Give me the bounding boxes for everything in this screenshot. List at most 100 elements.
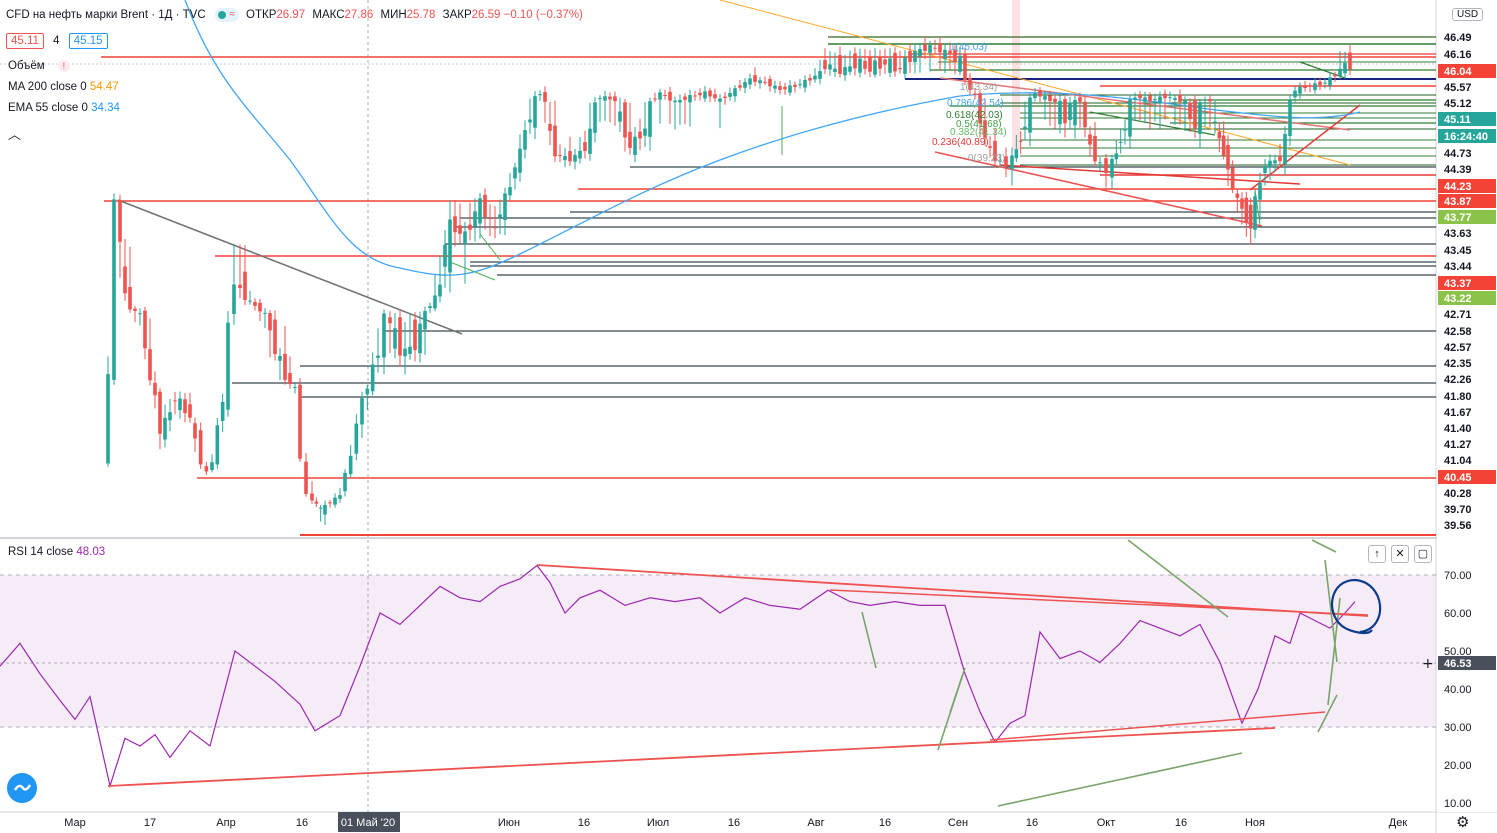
fib-label: 0(39.23) xyxy=(968,153,1005,164)
candle-body xyxy=(1110,159,1114,178)
close-pane-button[interactable]: ✕ xyxy=(1391,545,1409,563)
price-label: 43.77 xyxy=(1444,212,1472,224)
volume-legend[interactable]: Объём ! xyxy=(8,60,70,72)
candle-body xyxy=(1168,97,1172,99)
price-label: 46.49 xyxy=(1444,32,1472,44)
candle-body xyxy=(503,193,507,221)
price-label: 39.56 xyxy=(1444,520,1472,532)
price-label: 45.57 xyxy=(1444,82,1472,94)
warning-icon[interactable]: ! xyxy=(57,60,70,72)
candle-body xyxy=(123,266,127,294)
candle-body xyxy=(808,78,812,81)
rsi-axis-label: 70.00 xyxy=(1444,570,1472,582)
rsi-value: 48.03 xyxy=(76,546,106,558)
candle-body xyxy=(548,123,552,131)
rsi-band xyxy=(0,575,1436,727)
candle-body xyxy=(718,98,722,102)
candle-body xyxy=(1208,99,1212,102)
ema55-legend[interactable]: EMA 55 close 0 34.34 xyxy=(8,102,120,114)
candle-body xyxy=(112,199,116,380)
candle-body xyxy=(843,67,847,76)
candle-body xyxy=(568,151,572,162)
candle-body xyxy=(903,57,907,74)
candle-body xyxy=(603,96,607,101)
candle-body xyxy=(1104,158,1108,174)
candle-body xyxy=(1278,155,1282,162)
candle-body xyxy=(683,96,687,100)
ask-price[interactable]: 45.15 xyxy=(68,33,108,49)
candle-body xyxy=(204,466,209,472)
candle-body xyxy=(768,79,772,87)
candle-body xyxy=(1143,97,1147,102)
candle-body xyxy=(618,111,622,122)
candle-body xyxy=(688,95,692,103)
candle-body xyxy=(388,317,392,324)
chart-canvas[interactable]: 0.786(42.54)0.618(42.03)0.5(41.68)0.382(… xyxy=(0,0,1497,833)
candle-body xyxy=(215,425,220,465)
time-label: Дек xyxy=(1389,817,1408,829)
bid-price[interactable]: 45.11 xyxy=(6,33,44,49)
candle-body xyxy=(523,130,527,150)
candle-body xyxy=(1183,100,1187,105)
candle-body xyxy=(168,412,172,421)
candle-body xyxy=(1118,141,1123,143)
candle-body xyxy=(1010,155,1014,170)
candle-body xyxy=(173,400,177,402)
candle-body xyxy=(518,148,522,173)
candle-body xyxy=(1078,97,1082,102)
candle-body xyxy=(232,284,236,314)
candle-body xyxy=(418,323,422,354)
candle-body xyxy=(1018,140,1023,142)
candle-body xyxy=(553,125,557,157)
close-value: 26.59 xyxy=(471,9,501,22)
candle-body xyxy=(558,154,562,156)
candle-body xyxy=(118,199,122,242)
price-label: 44.73 xyxy=(1444,148,1472,160)
price-label: 41.40 xyxy=(1444,423,1472,435)
maximize-pane-button[interactable]: ▢ xyxy=(1414,545,1432,563)
high-value: 27.86 xyxy=(344,9,374,22)
candle-body xyxy=(908,51,912,63)
currency-button[interactable]: USD xyxy=(1452,8,1484,21)
candle-body xyxy=(713,94,717,99)
candle-body xyxy=(188,404,192,418)
price-label: 45.12 xyxy=(1444,98,1472,110)
ema55-label: EMA 55 close 0 xyxy=(8,102,88,114)
settings-gear-icon[interactable]: ⚙ xyxy=(1456,813,1469,831)
close-label: ЗАКР xyxy=(442,9,472,22)
price-label: 40.45 xyxy=(1444,472,1472,484)
candle-body xyxy=(773,85,777,89)
move-up-button[interactable]: ↑ xyxy=(1368,545,1386,563)
candle-body xyxy=(238,284,242,289)
candle-body xyxy=(448,219,452,273)
tradingview-logo[interactable] xyxy=(7,773,37,803)
candle-body xyxy=(693,95,697,97)
price-label: 46.16 xyxy=(1444,49,1472,61)
time-label: Мар xyxy=(64,817,86,829)
candle-body xyxy=(258,302,262,312)
candle-body xyxy=(958,55,962,72)
candle-body xyxy=(1053,98,1057,102)
rsi-axis-label: 60.00 xyxy=(1444,608,1472,620)
candle-body xyxy=(1213,121,1217,123)
candle-body xyxy=(1203,102,1207,104)
candle-body xyxy=(283,353,287,380)
candle-body xyxy=(463,231,467,244)
candle-body xyxy=(1318,81,1322,85)
candle-body xyxy=(1313,83,1317,91)
symbol-title[interactable]: CFD на нефть марки Brent · 1Д · TVC xyxy=(6,9,206,21)
rsi-legend[interactable]: RSI 14 close 48.03 xyxy=(8,546,105,558)
candle-body xyxy=(833,68,837,73)
collapse-legend-icon[interactable]: ︿ xyxy=(8,124,21,143)
candle-body xyxy=(348,455,353,475)
candle-body xyxy=(354,423,359,454)
candle-body xyxy=(538,94,542,96)
market-status-icon[interactable]: ≈ xyxy=(214,8,239,22)
ma200-legend[interactable]: MA 200 close 0 54.47 xyxy=(8,81,119,93)
candle-body xyxy=(298,384,302,459)
candle-body xyxy=(148,349,152,381)
candle-body xyxy=(863,60,867,69)
candle-body xyxy=(898,67,902,70)
candle-body xyxy=(1193,99,1197,129)
candle-body xyxy=(248,300,252,302)
